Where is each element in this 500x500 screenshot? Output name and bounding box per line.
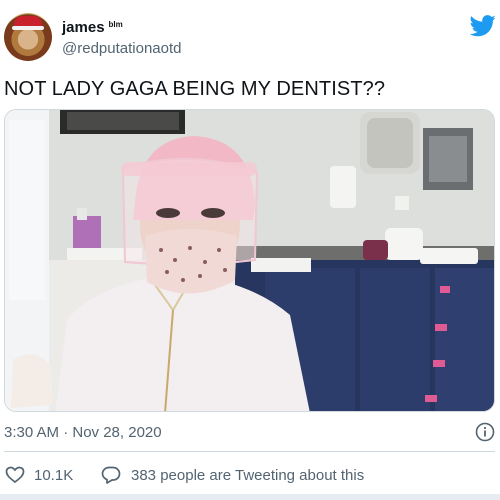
avatar[interactable]	[4, 13, 52, 61]
like-count[interactable]: 10.1K	[34, 467, 73, 484]
display-name[interactable]: james	[62, 19, 105, 36]
heart-icon[interactable]	[5, 465, 25, 485]
tweet-card: james blm @redputationaotd NOT LADY GAGA…	[0, 0, 500, 500]
twitter-bird-icon[interactable]	[470, 15, 496, 37]
tweet-timestamp[interactable]: 3:30 AM · Nov 28, 2020	[4, 424, 162, 441]
dentist-photo-illustration	[5, 110, 494, 411]
info-icon[interactable]	[475, 422, 495, 442]
user-handle[interactable]: @redputationaotd	[62, 40, 181, 57]
display-name-suffix: blm	[108, 20, 123, 29]
bottom-border	[0, 494, 500, 500]
tweet-text: NOT LADY GAGA BEING MY DENTIST??	[4, 78, 386, 100]
speech-bubble-icon[interactable]	[101, 465, 121, 485]
tweet-media-photo[interactable]	[4, 109, 495, 412]
author-name-row[interactable]: james blm	[62, 19, 123, 36]
divider	[4, 451, 495, 452]
tweeting-about-count[interactable]: 383 people are Tweeting about this	[131, 467, 364, 484]
santa-hat-trim	[12, 26, 44, 30]
